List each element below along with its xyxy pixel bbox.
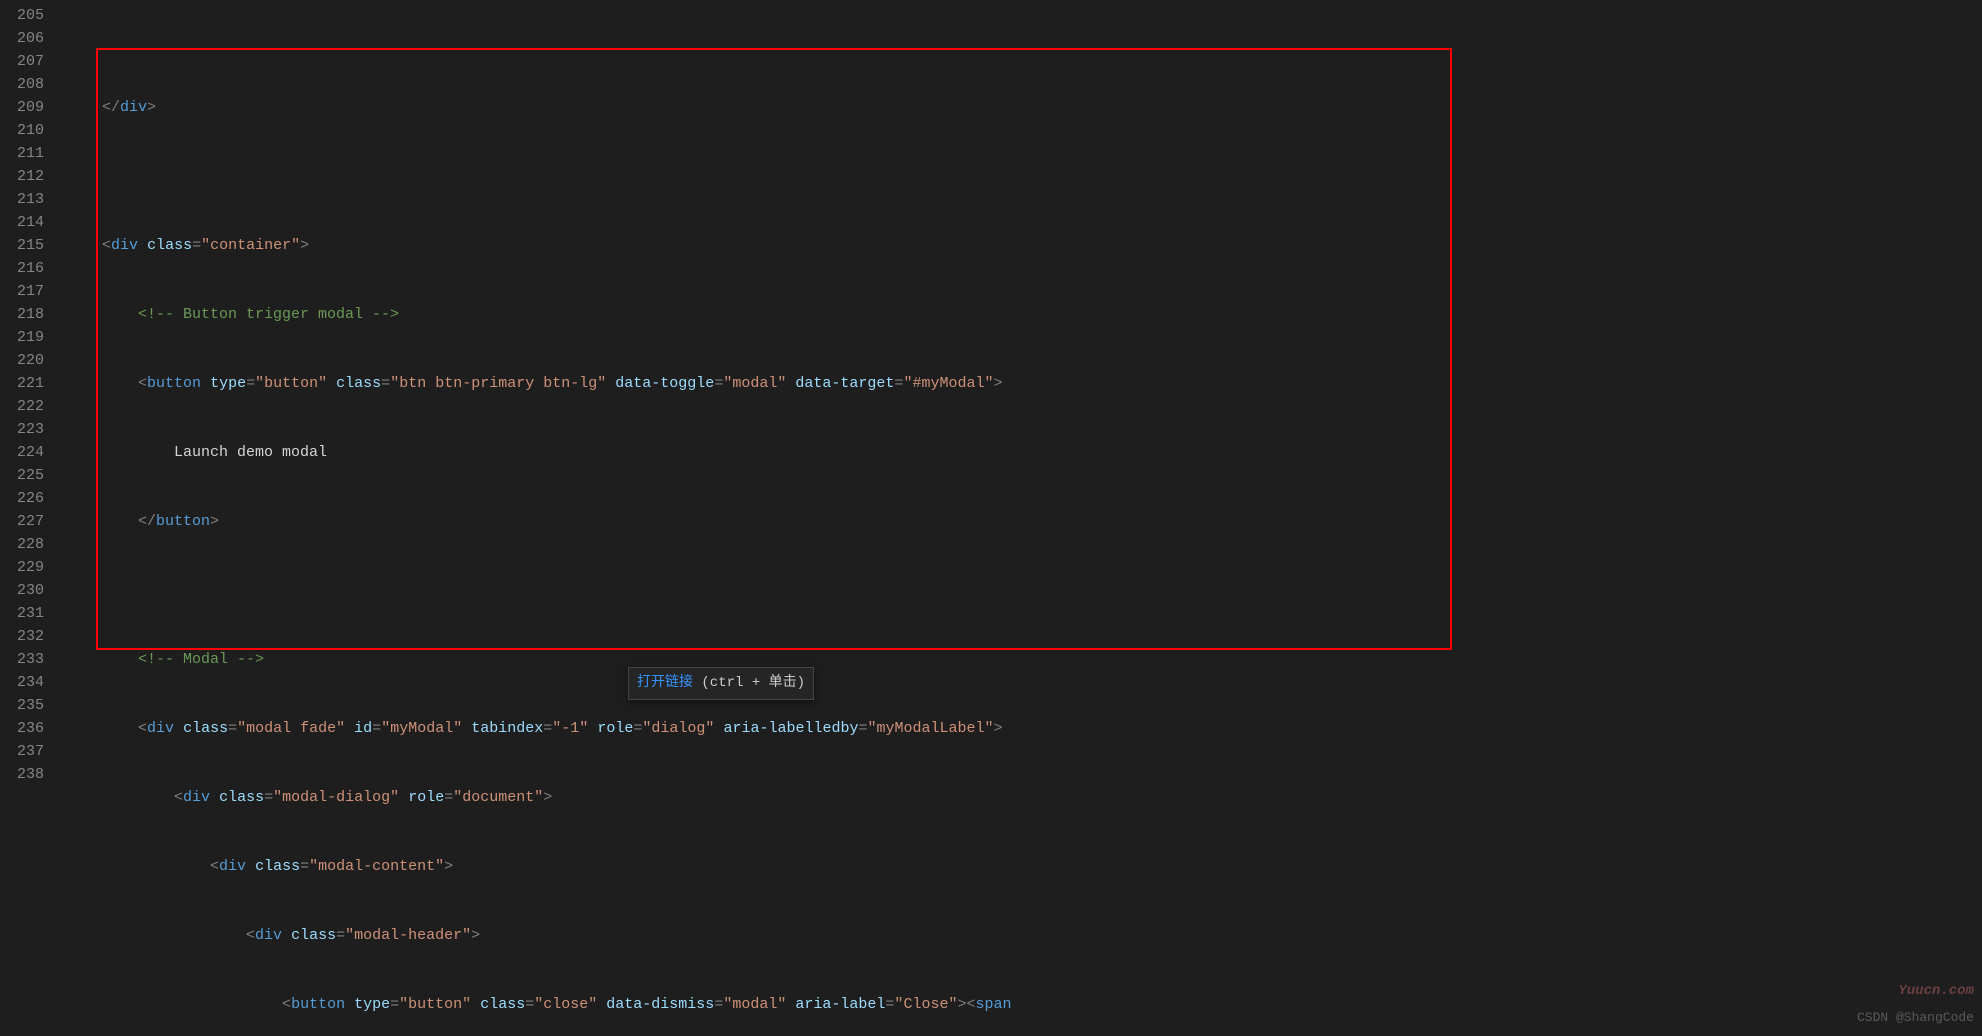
line-number: 208: [0, 73, 44, 96]
code-editor[interactable]: 2052062072082092102112122132142152162172…: [0, 0, 1982, 1036]
line-number: 209: [0, 96, 44, 119]
line-number: 229: [0, 556, 44, 579]
watermark-bottom: CSDN @ShangCode: [1857, 1006, 1974, 1029]
line-number: 217: [0, 280, 44, 303]
line-number: 220: [0, 349, 44, 372]
line-number: 237: [0, 740, 44, 763]
line-gutter: 2052062072082092102112122132142152162172…: [0, 0, 66, 1036]
line-number: 222: [0, 395, 44, 418]
link-hover-tooltip: 打开链接 (ctrl + 单击): [628, 667, 814, 700]
line-number: 231: [0, 602, 44, 625]
line-number: 215: [0, 234, 44, 257]
line-number: 206: [0, 27, 44, 50]
line-number: 225: [0, 464, 44, 487]
line-number: 238: [0, 763, 44, 786]
line-number: 213: [0, 188, 44, 211]
line-number: 223: [0, 418, 44, 441]
line-number: 236: [0, 717, 44, 740]
watermark-top: Yuucn.com: [1898, 980, 1974, 1003]
line-number: 224: [0, 441, 44, 464]
line-number: 207: [0, 50, 44, 73]
line-number: 216: [0, 257, 44, 280]
line-number: 233: [0, 648, 44, 671]
line-number: 227: [0, 510, 44, 533]
line-number: 211: [0, 142, 44, 165]
line-number: 218: [0, 303, 44, 326]
line-number: 212: [0, 165, 44, 188]
line-number: 214: [0, 211, 44, 234]
line-number: 219: [0, 326, 44, 349]
line-number: 221: [0, 372, 44, 395]
line-number: 230: [0, 579, 44, 602]
line-number: 228: [0, 533, 44, 556]
line-number: 232: [0, 625, 44, 648]
line-number: 235: [0, 694, 44, 717]
selection-box: [96, 48, 1452, 650]
code-area[interactable]: </div> <div class="container"> <!-- Butt…: [66, 0, 1012, 1036]
line-number: 205: [0, 4, 44, 27]
line-number: 234: [0, 671, 44, 694]
line-number: 210: [0, 119, 44, 142]
line-number: 226: [0, 487, 44, 510]
